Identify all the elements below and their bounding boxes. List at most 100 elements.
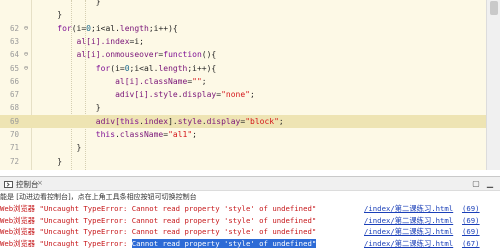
error-text: Cannot read property 'style' of undefine… [131, 204, 317, 213]
code-text: adiv[this.index].style.display="block"; [38, 115, 284, 128]
code-token: adiv[i]. [38, 90, 154, 100]
code-line[interactable]: 73 [0, 168, 500, 171]
code-token: al[i]. [38, 76, 144, 86]
error-location-link[interactable]: /index/第二课练习.html [364, 203, 453, 215]
code-token: display [182, 90, 217, 100]
code-token: } [38, 10, 63, 20]
console-error-row[interactable]: Web浏览器 "Uncaught TypeError: Cannot read … [0, 238, 500, 249]
code-token: style [153, 90, 178, 100]
tab-console-label: 控制台 [16, 179, 39, 189]
line-number: 66 [9, 76, 19, 86]
scrollbar-thumb[interactable] [490, 1, 498, 15]
code-line[interactable]: } [0, 8, 500, 21]
code-token: className [119, 130, 164, 139]
code-token: onmouseover [105, 50, 159, 60]
console-output[interactable]: 能是 [动进边看控制台]，点在上角工具条相应按钮可切换控制台 Web浏览器 "U… [0, 191, 500, 249]
console-error-row[interactable]: Web浏览器 "Uncaught TypeError: Cannot read … [0, 215, 500, 227]
code-text: } [38, 141, 82, 154]
code-token: function [163, 50, 202, 60]
maximize-icon[interactable]: ▢ [470, 178, 482, 189]
code-line[interactable]: } [0, 0, 500, 8]
error-location-link[interactable]: /index/第二课练习.html [364, 238, 453, 249]
code-token: =i; [129, 36, 144, 46]
error-text: Cannot read property 'style' of undefine… [131, 215, 317, 225]
code-token: index [143, 116, 169, 126]
code-line[interactable]: 70 this.className="al1"; [0, 128, 500, 141]
code-token: ;i++){ [187, 63, 217, 73]
code-text: } [38, 101, 101, 114]
code-line[interactable]: 67 adiv[i].style.display="none"; [0, 88, 500, 101]
console-toolbar: ▢ ▁ [470, 178, 496, 189]
minimize-icon[interactable]: ▁ [484, 178, 496, 189]
line-number: 71 [9, 143, 19, 153]
fold-toggle-icon[interactable]: ⊖ [22, 22, 30, 35]
code-text: adiv[i].style.display="none"; [38, 88, 255, 101]
code-token: length [158, 63, 188, 73]
code-text: } [38, 8, 62, 21]
error-prefix: "Uncaught TypeError: [39, 204, 132, 213]
fold-toggle-icon[interactable]: ⊖ [22, 62, 30, 75]
line-number: 64 [9, 50, 19, 60]
console-error-row[interactable]: Web浏览器 "Uncaught TypeError: Cannot read … [0, 203, 500, 215]
code-editor[interactable]: } } 62 ⊖ for(i=0;i<al.length;i++){63 al[i]… [0, 0, 500, 170]
error-message: Web浏览器 "Uncaught TypeError: Cannot read … [0, 215, 316, 227]
code-token: ; [249, 90, 255, 100]
error-line-link[interactable]: (67) [462, 238, 480, 249]
error-location-link[interactable]: /index/第二课练习.html [364, 226, 453, 238]
console-icon [4, 180, 13, 188]
fold-toggle-icon[interactable]: ⊖ [22, 48, 30, 61]
error-message: Web浏览器 "Uncaught TypeError: Cannot read … [0, 226, 316, 238]
close-icon[interactable]: × [37, 179, 43, 187]
code-token: this [38, 130, 116, 139]
line-number: 73 [0, 168, 19, 171]
code-token: (){ [201, 50, 217, 60]
code-line[interactable]: 69 adiv[this.index].style.display="block… [0, 114, 500, 128]
code-line[interactable]: 66 al[i].className=""; [0, 75, 500, 88]
code-line[interactable]: 62 ⊖ for(i=0;i<al.length;i++){ [0, 22, 500, 35]
code-token: "al1" [168, 130, 193, 139]
code-token: } [38, 103, 101, 113]
editor-vertical-scrollbar[interactable] [486, 0, 500, 170]
error-line-link[interactable]: (69) [462, 215, 480, 227]
error-line-link[interactable]: (69) [462, 203, 480, 215]
code-token: } [38, 156, 63, 166]
code-text: al[i].className=""; [38, 75, 207, 88]
code-token: style [177, 116, 202, 126]
code-token: for [38, 63, 111, 73]
error-prefix: "Uncaught TypeError: [39, 227, 132, 236]
code-token: ;i<al. [91, 23, 120, 33]
code-token: ; [278, 116, 284, 126]
code-token: al[i]. [38, 36, 106, 46]
error-line-link[interactable]: (69) [462, 226, 480, 238]
console-panel-header: 控制台 × ▢ ▁ [0, 176, 500, 191]
code-line[interactable]: 64 ⊖ al[i].onmouseover=function(){ [0, 48, 500, 61]
code-token: (i= [110, 63, 125, 73]
code-token: className [143, 76, 188, 86]
code-token: ; [201, 76, 207, 86]
code-token: ;i++){ [148, 23, 178, 33]
error-source: Web浏览器 [0, 227, 40, 236]
console-hint-text: 能是 [动进边看控制台]，点在上角工具条相应按钮可切换控制台 [0, 193, 197, 201]
error-message: Web浏览器 "Uncaught TypeError: Cannot read … [0, 203, 316, 215]
line-number: 67 [9, 90, 19, 100]
code-line[interactable]: 71 } [0, 141, 500, 154]
console-error-row[interactable]: Web浏览器 "Uncaught TypeError: Cannot read … [0, 226, 500, 238]
line-number: 72 [9, 156, 19, 166]
code-token: this [119, 116, 140, 126]
code-token: display [206, 116, 241, 126]
code-line[interactable]: 68 } [0, 101, 500, 114]
code-token: "block" [245, 116, 279, 126]
code-token: length [119, 23, 149, 33]
code-line[interactable]: 72 } [0, 155, 500, 168]
code-line[interactable]: 63 al[i].index=i; [0, 35, 500, 48]
error-location-link[interactable]: /index/第二课练习.html [364, 215, 453, 227]
code-text: for(i=0;i<al.length;i++){ [38, 62, 216, 75]
code-token: (i= [71, 23, 87, 33]
code-token: } [38, 143, 82, 153]
code-text: al[i].onmouseover=function(){ [38, 48, 217, 61]
code-token: ;i<al. [129, 63, 159, 73]
code-token: ; [192, 130, 197, 139]
code-token: ]. [168, 116, 178, 126]
error-source: Web浏览器 [0, 215, 40, 225]
code-line[interactable]: 65 ⊖ for(i=0;i<al.length;i++){ [0, 62, 500, 75]
